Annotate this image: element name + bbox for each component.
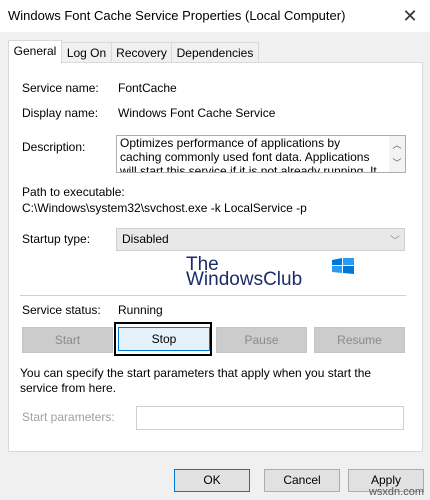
- start-parameters-input[interactable]: [136, 406, 404, 430]
- chevron-down-icon: ﹀: [390, 236, 400, 247]
- start-parameters-label: Start parameters:: [22, 410, 115, 424]
- path-label: Path to executable:: [22, 185, 125, 199]
- scroll-up-icon[interactable]: ︿: [389, 138, 405, 151]
- scroll-down-icon[interactable]: ﹀: [389, 156, 405, 169]
- startup-type-label: Startup type:: [22, 232, 91, 246]
- start-button[interactable]: Start: [22, 327, 113, 353]
- description-text: Optimizes performance of applications by…: [120, 136, 377, 173]
- service-name-label: Service name:: [22, 81, 99, 95]
- description-scrollbar[interactable]: ︿ ﹀: [389, 136, 405, 172]
- service-status-label: Service status:: [22, 303, 101, 317]
- start-params-info: You can specify the start parameters tha…: [20, 366, 372, 395]
- display-name-value: Windows Font Cache Service: [118, 106, 276, 120]
- description-textbox[interactable]: Optimizes performance of applications by…: [116, 135, 406, 173]
- display-name-label: Display name:: [22, 106, 99, 120]
- service-name-value: FontCache: [118, 81, 177, 95]
- path-value: C:\Windows\system32\svchost.exe -k Local…: [22, 201, 307, 215]
- description-label: Description:: [22, 140, 86, 154]
- cancel-button[interactable]: Cancel: [264, 469, 340, 492]
- stop-button[interactable]: Stop: [118, 327, 210, 351]
- pause-button[interactable]: Pause: [216, 327, 307, 353]
- watermark-logo: The WindowsClub: [186, 254, 361, 290]
- windows-logo-icon: [332, 258, 354, 274]
- service-status-value: Running: [118, 303, 163, 317]
- logo-text-line2: WindowsClub: [186, 269, 303, 290]
- site-watermark: wsxdn.com: [368, 486, 424, 498]
- startup-type-value: Disabled: [122, 232, 169, 246]
- section-divider: [20, 295, 406, 296]
- resume-button[interactable]: Resume: [314, 327, 405, 353]
- startup-type-dropdown[interactable]: Disabled ﹀: [116, 228, 405, 251]
- ok-button[interactable]: OK: [174, 469, 250, 492]
